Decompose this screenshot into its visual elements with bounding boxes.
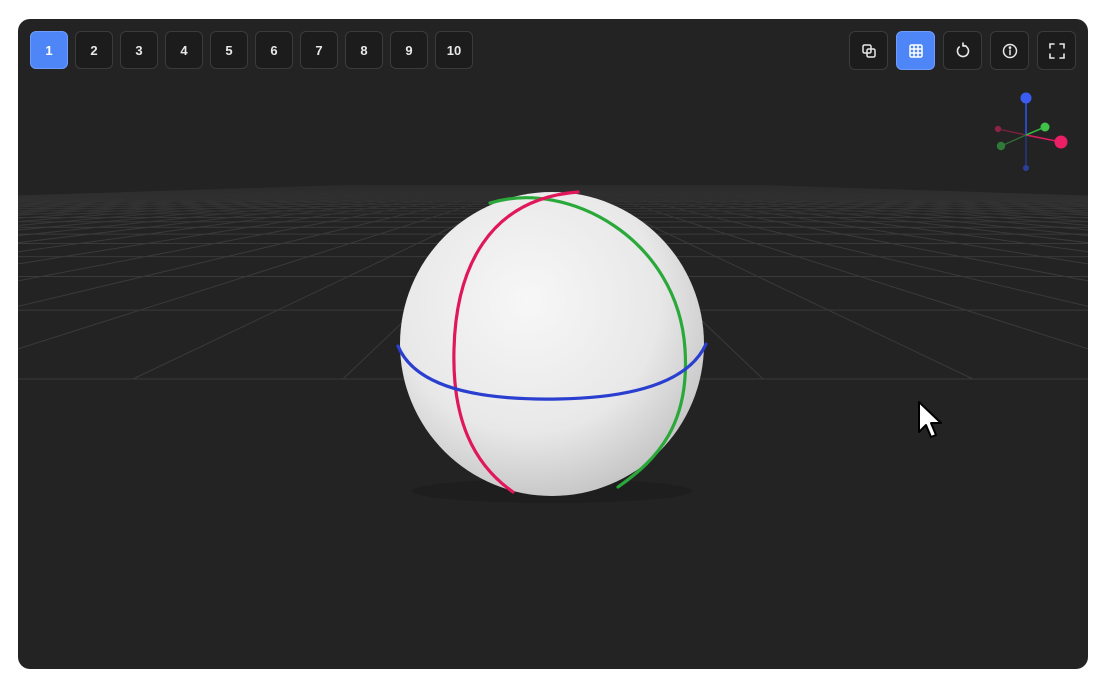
axis-y-neg-handle[interactable] xyxy=(996,141,1006,151)
fullscreen-icon xyxy=(1048,42,1066,60)
rotate-reset-icon xyxy=(954,41,972,60)
scene-button-9[interactable]: 9 xyxy=(390,31,428,69)
copy-squares-button[interactable] xyxy=(849,31,888,70)
grid-button[interactable] xyxy=(896,31,935,70)
axis-y-handle[interactable] xyxy=(1040,122,1050,132)
axis-x-handle[interactable] xyxy=(1054,135,1068,149)
fullscreen-button[interactable] xyxy=(1037,31,1076,70)
scene-button-8[interactable]: 8 xyxy=(345,31,383,69)
mouse-cursor-icon xyxy=(918,401,942,438)
axis-x-neg-handle[interactable] xyxy=(994,125,1002,133)
copy-squares-icon xyxy=(860,42,878,60)
rotate-reset-button[interactable] xyxy=(943,31,982,70)
axis-z-neg-handle[interactable] xyxy=(1023,165,1029,171)
scene-button-10[interactable]: 10 xyxy=(435,31,473,69)
viewport[interactable]: 1 2 3 4 5 6 7 8 9 10 xyxy=(18,19,1088,669)
scene-button-5[interactable]: 5 xyxy=(210,31,248,69)
view-controls xyxy=(849,31,1076,70)
info-icon xyxy=(1001,42,1019,60)
grid-icon xyxy=(907,42,925,60)
scene-button-7[interactable]: 7 xyxy=(300,31,338,69)
scene-button-1[interactable]: 1 xyxy=(30,31,68,69)
scene-button-4[interactable]: 4 xyxy=(165,31,203,69)
scene-button-2[interactable]: 2 xyxy=(75,31,113,69)
scene-selector: 1 2 3 4 5 6 7 8 9 10 xyxy=(30,31,473,69)
scene-button-3[interactable]: 3 xyxy=(120,31,158,69)
info-button[interactable] xyxy=(990,31,1029,70)
axis-gizmo[interactable] xyxy=(990,89,1070,174)
3d-scene[interactable] xyxy=(18,19,1088,669)
scene-button-6[interactable]: 6 xyxy=(255,31,293,69)
axis-z-handle[interactable] xyxy=(1020,92,1032,104)
